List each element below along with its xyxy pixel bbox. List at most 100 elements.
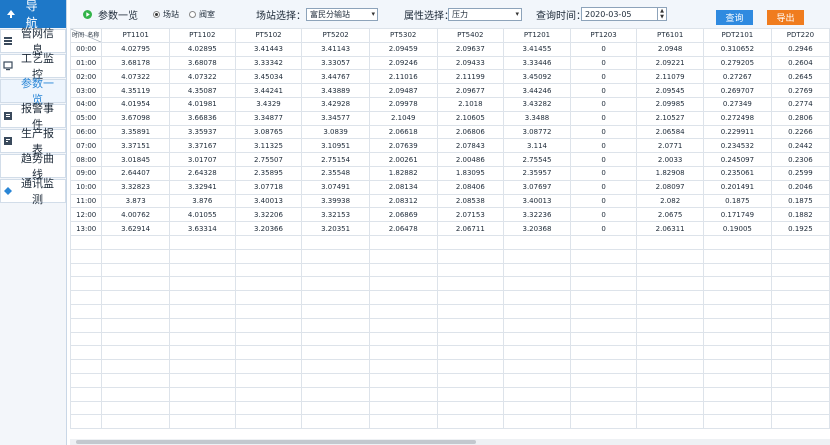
empty-cell [168, 345, 236, 361]
empty-cell [70, 359, 103, 374]
empty-cell [70, 345, 103, 361]
value-cell: 0.2769 [770, 83, 830, 98]
value-cell: 0.269707 [702, 83, 772, 98]
table-row[interactable]: 09:00 2.64407 2.64328 2.35895 2.35548 1.82882… [70, 165, 830, 181]
value-cell: 3.32941 [168, 179, 236, 195]
chevron-down-icon: ▾ [515, 10, 519, 18]
value-cell: 2.06618 [368, 124, 438, 140]
value-cell: 2.00261 [368, 152, 438, 167]
query-button[interactable]: 查询 [716, 10, 753, 25]
value-cell: 0.1882 [770, 207, 830, 223]
empty-cell [436, 400, 505, 416]
empty-table-row [70, 317, 830, 333]
empty-cell [770, 400, 830, 416]
value-cell: 3.873 [101, 193, 170, 209]
time-cell: 00:00 [70, 41, 103, 57]
empty-cell [770, 345, 830, 361]
table-row[interactable]: 01:00 3.68178 3.68078 3.33342 3.33057 2.09246… [70, 55, 830, 71]
table-row[interactable]: 06:00 3.35891 3.35937 3.08765 3.0839 2.06618 2… [70, 124, 830, 140]
value-cell: 4.07322 [101, 69, 170, 85]
empty-cell [234, 303, 303, 319]
empty-cell [234, 331, 303, 347]
value-cell: 2.06711 [436, 221, 505, 236]
value-cell: 0 [569, 83, 638, 98]
empty-cell [702, 359, 772, 374]
table-row[interactable]: 04:00 4.01954 4.01981 3.4329 3.42928 2.09978 2… [70, 96, 830, 112]
empty-cell [436, 372, 505, 388]
radio-valve[interactable] [189, 10, 196, 18]
value-cell: 3.41455 [503, 41, 571, 57]
value-cell: 2.64328 [168, 165, 236, 181]
table-row[interactable]: 13:00 3.62914 3.63314 3.20366 3.20351 2.06478… [70, 221, 830, 236]
pipe-icon [2, 35, 14, 47]
empty-cell [770, 248, 830, 264]
table-row[interactable]: 11:00 3.873 3.876 3.40013 3.39938 2.08312 2.08… [70, 193, 830, 209]
value-cell: 2.07843 [436, 138, 505, 154]
empty-cell [503, 317, 571, 333]
empty-table-row [70, 400, 830, 416]
scrollbar-thumb[interactable] [76, 440, 476, 444]
date-spinner-icon[interactable]: ▲ ▼ [657, 8, 666, 20]
value-cell: 0.1925 [770, 221, 830, 236]
parameter-table: 时间 名称 PT1101 PT1102 PT5102 PT5202 PT5302 PT54… [70, 28, 830, 430]
value-cell: 2.09677 [436, 83, 505, 98]
table-row[interactable]: 07:00 3.37151 3.37167 3.11325 3.10951 2.07639… [70, 138, 830, 154]
table-row[interactable]: 08:00 3.01845 3.01707 2.75507 2.75154 2.00261… [70, 152, 830, 167]
empty-cell [503, 372, 571, 388]
table-row[interactable]: 03:00 4.35119 4.35087 3.44241 3.43889 2.09487… [70, 83, 830, 98]
empty-cell [702, 372, 772, 388]
query-date-picker[interactable]: 2020-03-05 ▲ ▼ [581, 7, 667, 21]
empty-cell [70, 400, 103, 416]
table-row[interactable]: 10:00 3.32823 3.32941 3.07718 3.07491 2.08134… [70, 179, 830, 195]
attribute-select[interactable]: 压力 ▾ [448, 7, 522, 21]
value-cell: 2.082 [636, 193, 704, 209]
empty-cell [436, 276, 505, 292]
value-cell: 3.45092 [503, 69, 571, 85]
empty-cell [436, 386, 505, 402]
empty-cell [702, 414, 772, 430]
table-row[interactable]: 05:00 3.67098 3.66836 3.34877 3.34577 2.1049 2… [70, 110, 830, 126]
station-select[interactable]: 富民分输站 ▾ [306, 7, 378, 21]
value-cell: 0 [569, 152, 638, 167]
value-cell: 0 [569, 138, 638, 154]
empty-cell [636, 359, 704, 374]
empty-cell [569, 386, 638, 402]
table-row[interactable]: 12:00 4.00762 4.01055 3.32206 3.32153 2.06869… [70, 207, 830, 223]
value-cell: 1.82908 [636, 165, 704, 181]
empty-cell [234, 317, 303, 333]
empty-cell [301, 414, 370, 430]
time-cell: 10:00 [70, 179, 103, 195]
nav-header[interactable]: 导 航 [0, 0, 66, 30]
parameter-table-container[interactable]: 时间 名称 PT1101 PT1102 PT5102 PT5202 PT5302 PT54… [70, 28, 830, 439]
empty-table-row [70, 372, 830, 388]
monitor-icon [2, 60, 14, 72]
column-header: PT1101 [101, 28, 170, 43]
empty-cell [234, 290, 303, 305]
query-date-value: 2020-03-05 [585, 9, 632, 19]
value-cell: 3.37167 [168, 138, 236, 154]
horizontal-scrollbar[interactable] [70, 439, 830, 445]
value-cell: 0.2774 [770, 96, 830, 112]
table-row[interactable]: 00:00 4.02795 4.02895 3.41443 3.41143 2.09459… [70, 41, 830, 57]
sidebar-item[interactable]: 通讯监测 [0, 177, 66, 206]
export-button[interactable]: 导出 [767, 10, 804, 25]
empty-cell [770, 262, 830, 278]
value-cell: 2.09433 [436, 55, 505, 71]
value-cell: 3.876 [168, 193, 236, 209]
radio-station[interactable] [153, 10, 160, 18]
empty-cell [101, 303, 170, 319]
empty-cell [70, 276, 103, 292]
time-cell: 05:00 [70, 110, 103, 126]
empty-cell [569, 317, 638, 333]
value-cell: 4.07322 [168, 69, 236, 85]
empty-cell [101, 372, 170, 388]
empty-cell [569, 276, 638, 292]
empty-cell [436, 345, 505, 361]
empty-cell [301, 359, 370, 374]
column-header: PT1102 [168, 28, 236, 43]
empty-cell [436, 331, 505, 347]
empty-cell [368, 331, 438, 347]
table-row[interactable]: 02:00 4.07322 4.07322 3.45034 3.44767 2.11016… [70, 69, 830, 85]
value-cell: 0.2645 [770, 69, 830, 85]
value-cell: 2.0948 [636, 41, 704, 57]
